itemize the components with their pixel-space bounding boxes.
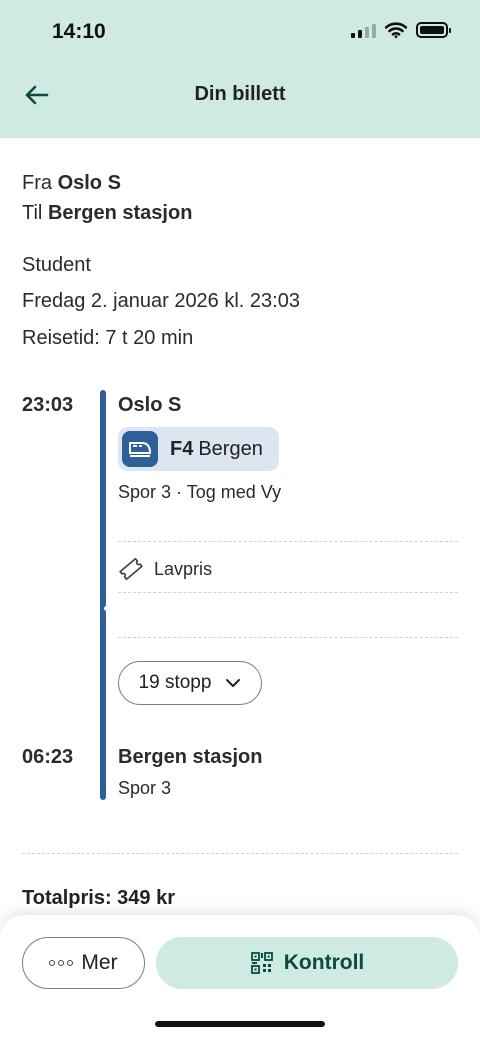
stops-toggle-button[interactable]: 19 stopp bbox=[118, 661, 262, 705]
qr-code-icon bbox=[250, 952, 273, 974]
line-destination: Bergen bbox=[198, 437, 263, 460]
control-label: Kontroll bbox=[283, 951, 365, 974]
to-label: Til bbox=[22, 202, 43, 224]
ticket-icon bbox=[119, 557, 143, 581]
fare-type: Lavpris bbox=[154, 558, 213, 579]
traveler-type: Student bbox=[22, 254, 91, 276]
travel-duration: Reisetid: 7 t 20 min bbox=[22, 327, 194, 349]
from-station: Oslo S bbox=[57, 172, 121, 194]
divider bbox=[118, 541, 458, 542]
chevron-down-icon bbox=[226, 679, 241, 687]
train-line-chip: F4 Bergen bbox=[118, 427, 279, 471]
wifi-icon bbox=[385, 22, 407, 38]
control-button[interactable]: Kontroll bbox=[156, 937, 458, 989]
timeline-line bbox=[100, 390, 106, 800]
to-row: Til Bergen stasjon bbox=[22, 202, 192, 225]
from-label: Fra bbox=[22, 172, 52, 194]
divider bbox=[22, 853, 458, 854]
total-price: Totalpris: 349 kr bbox=[22, 887, 176, 909]
fare-row: Lavpris bbox=[118, 556, 212, 582]
header-bar: 14:10 Din billett bbox=[0, 0, 480, 138]
arrival-time: 06:23 bbox=[22, 746, 74, 768]
train-icon bbox=[122, 431, 158, 467]
home-indicator bbox=[155, 1021, 325, 1027]
status-time: 14:10 bbox=[52, 20, 106, 43]
arrival-track: Spor 3 bbox=[118, 778, 172, 798]
more-dots-icon bbox=[49, 960, 74, 966]
departure-time: 23:03 bbox=[22, 394, 74, 416]
page-title: Din billett bbox=[194, 83, 286, 105]
line-code: F4 bbox=[170, 437, 194, 460]
timeline-marker bbox=[104, 606, 109, 611]
departure-details: Spor 3 · Tog med Vy bbox=[118, 482, 282, 502]
battery-icon bbox=[416, 22, 451, 38]
divider bbox=[118, 637, 458, 638]
divider bbox=[118, 592, 458, 593]
departure-datetime: Fredag 2. januar 2026 kl. 23:03 bbox=[22, 290, 300, 312]
from-row: Fra Oslo S bbox=[22, 172, 121, 195]
to-station: Bergen stasjon bbox=[47, 202, 193, 224]
arrival-station: Bergen stasjon bbox=[118, 746, 263, 768]
more-button[interactable]: Mer bbox=[22, 937, 145, 989]
departure-station: Oslo S bbox=[118, 394, 182, 416]
more-label: Mer bbox=[81, 951, 118, 974]
stops-label: 19 stopp bbox=[138, 672, 212, 693]
status-icons bbox=[351, 22, 451, 38]
cellular-signal-icon bbox=[351, 23, 376, 38]
